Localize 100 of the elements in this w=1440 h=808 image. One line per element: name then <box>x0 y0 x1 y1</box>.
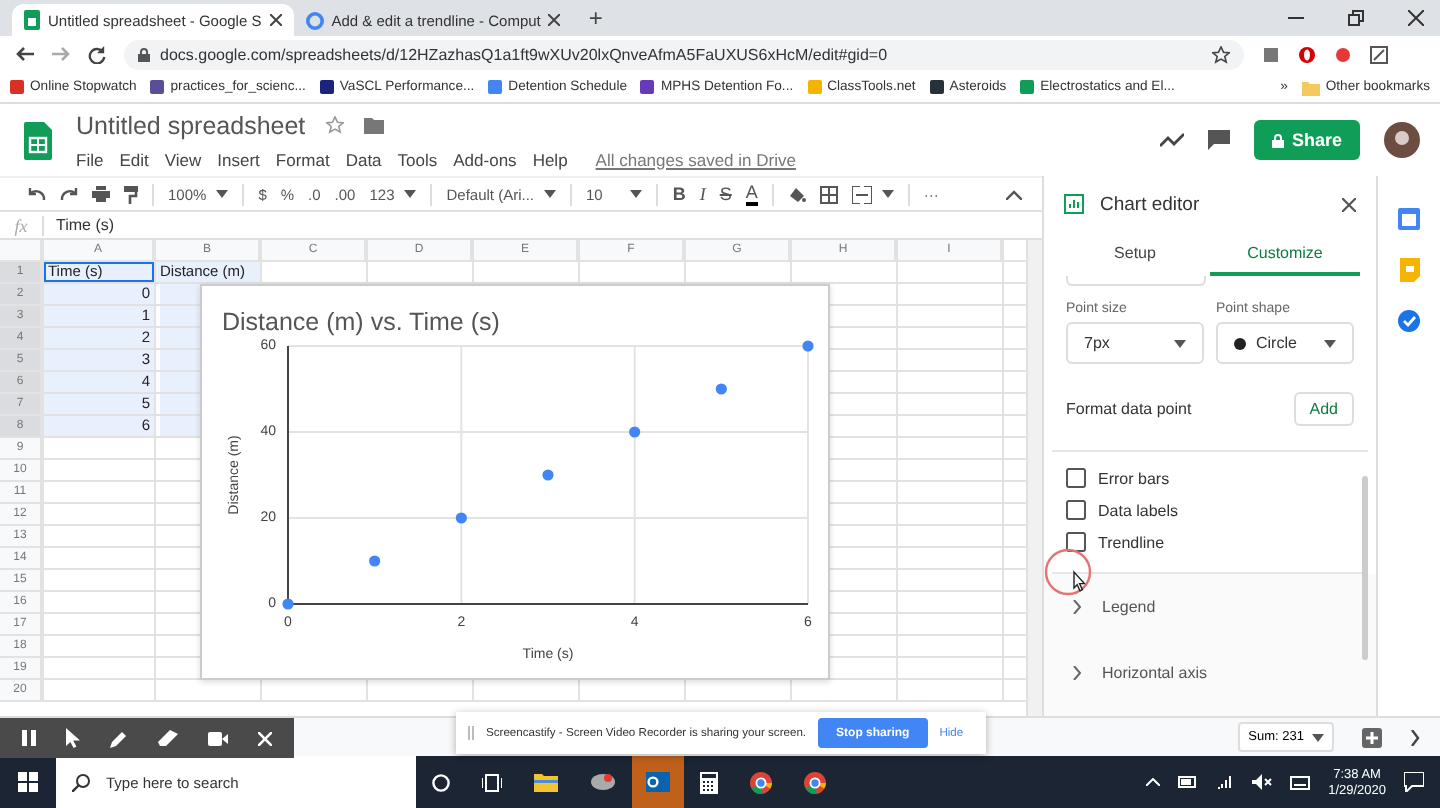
chrome-icon[interactable] <box>804 771 826 793</box>
borders-icon[interactable] <box>819 185 838 203</box>
close-icon[interactable] <box>548 14 561 26</box>
point-shape-dropdown[interactable]: Circle <box>1216 322 1354 364</box>
calculator-icon[interactable] <box>700 771 718 793</box>
address-bar[interactable]: docs.google.com/spreadsheets/d/12HZazhasQ1a1ft9wXUv20lxQnveAfmA5FaUXUS6xHcM/edit#gid=0 <box>124 39 1244 69</box>
formula-input[interactable]: Time (s) <box>56 216 115 234</box>
menu-item[interactable]: Add-ons <box>453 149 517 169</box>
paint-format-icon[interactable] <box>124 185 138 203</box>
notifications-icon[interactable] <box>1404 772 1424 792</box>
scrollbar[interactable] <box>1026 240 1042 716</box>
keyboard-icon[interactable] <box>1290 775 1311 789</box>
drag-handle-icon[interactable] <box>468 726 474 740</box>
task-icon[interactable] <box>1398 310 1420 332</box>
volume-muted-icon[interactable] <box>1252 774 1273 790</box>
checkbox[interactable] <box>1066 500 1086 520</box>
editor-tab[interactable]: Setup <box>1060 232 1210 276</box>
close-icon[interactable] <box>269 14 282 26</box>
caret-icon <box>216 190 229 198</box>
pointer-icon[interactable] <box>66 728 81 748</box>
chevron-icon[interactable] <box>1410 729 1420 745</box>
undo-icon[interactable] <box>28 187 46 201</box>
pen-icon[interactable] <box>110 729 129 747</box>
table-cell[interactable] <box>160 372 200 392</box>
search-icon <box>72 773 90 791</box>
app-icon[interactable] <box>590 772 616 792</box>
collapsible-section[interactable]: Legend <box>1044 574 1376 640</box>
menu-item[interactable]: File <box>76 149 104 169</box>
strikethrough-button[interactable]: S <box>719 184 732 204</box>
menu-item[interactable]: Edit <box>119 149 149 169</box>
extension-icon[interactable] <box>1370 45 1388 63</box>
extension-icon[interactable] <box>1334 45 1352 63</box>
section-label: Format data point <box>1066 400 1192 418</box>
windows-start-icon[interactable] <box>18 772 38 792</box>
trend-icon[interactable] <box>1159 132 1184 148</box>
add-button[interactable]: Add <box>1293 392 1354 426</box>
function-label: fx <box>0 215 44 235</box>
file-explorer-icon[interactable] <box>534 772 558 792</box>
back-icon[interactable] <box>16 46 34 62</box>
cortana-icon[interactable] <box>432 773 450 791</box>
italic-button[interactable]: I <box>699 184 706 204</box>
pause-icon[interactable] <box>22 730 37 746</box>
close-icon[interactable] <box>1408 10 1424 26</box>
checkbox[interactable] <box>1066 532 1086 552</box>
eraser-icon[interactable] <box>157 730 178 746</box>
merge-cells-icon <box>851 185 872 203</box>
explore-icon[interactable] <box>1362 727 1382 747</box>
print-icon[interactable] <box>92 186 110 202</box>
menu-item[interactable]: Tools <box>397 149 438 169</box>
star-icon[interactable] <box>325 116 344 134</box>
comment-icon[interactable] <box>1207 130 1230 150</box>
network-icon[interactable] <box>1216 774 1235 790</box>
table-cell[interactable] <box>160 416 200 436</box>
calendar-icon[interactable] <box>1398 208 1420 230</box>
table-cell[interactable] <box>160 350 200 370</box>
redo-icon[interactable] <box>60 187 78 201</box>
merge-cells-dropdown[interactable] <box>851 185 894 203</box>
task-view-icon[interactable] <box>482 773 502 791</box>
new-tab-button[interactable]: + <box>588 4 603 32</box>
sheets-logo-icon[interactable] <box>24 121 52 159</box>
fill-color-icon[interactable] <box>787 185 806 203</box>
folder-icon <box>1301 79 1320 95</box>
dropdown-field[interactable] <box>1066 276 1206 286</box>
table-cell[interactable] <box>160 284 200 304</box>
table-cell[interactable] <box>160 394 200 414</box>
document-title[interactable]: Untitled spreadsheet <box>76 111 306 139</box>
chevron-up-icon[interactable] <box>1146 778 1161 786</box>
editor-tab[interactable]: Customize <box>1210 232 1360 276</box>
checkbox[interactable] <box>1066 468 1086 488</box>
avatar-icon[interactable] <box>1384 122 1420 158</box>
point-size-dropdown[interactable]: 7px <box>1066 322 1204 364</box>
table-cell[interactable] <box>160 328 200 348</box>
menu-item[interactable]: Insert <box>217 149 260 169</box>
chrome-icon[interactable] <box>750 771 772 793</box>
opera-icon[interactable] <box>1298 45 1316 63</box>
extension-icon[interactable] <box>1262 45 1280 63</box>
caret-icon <box>1312 733 1324 741</box>
bold-button[interactable]: B <box>672 184 686 204</box>
caret-icon <box>1324 339 1336 347</box>
outlook-icon[interactable] <box>646 772 670 792</box>
restore-icon[interactable] <box>1348 10 1364 26</box>
star-icon[interactable] <box>1212 45 1230 63</box>
menu-item[interactable]: View <box>164 149 202 169</box>
text-color-button[interactable]: A <box>745 183 758 205</box>
menu-item[interactable]: Data <box>345 149 382 169</box>
scrollbar[interactable] <box>1362 476 1368 660</box>
collapsible-section[interactable]: Horizontal axis <box>1044 640 1376 706</box>
collapse-icon[interactable] <box>1006 189 1022 199</box>
folder-icon[interactable] <box>363 117 384 133</box>
menu-item[interactable]: Format <box>275 149 330 169</box>
menu-item[interactable]: Help <box>532 149 568 169</box>
camera-icon[interactable] <box>207 731 228 745</box>
table-cell[interactable] <box>160 306 200 326</box>
share-button[interactable]: Share <box>1253 120 1360 160</box>
save-status-link[interactable]: All changes saved in Drive <box>595 149 796 169</box>
caret-icon <box>630 190 643 198</box>
lock-icon <box>138 47 150 61</box>
close-icon[interactable] <box>1342 197 1356 211</box>
reload-icon[interactable] <box>88 45 106 63</box>
battery-icon[interactable] <box>1178 776 1199 788</box>
